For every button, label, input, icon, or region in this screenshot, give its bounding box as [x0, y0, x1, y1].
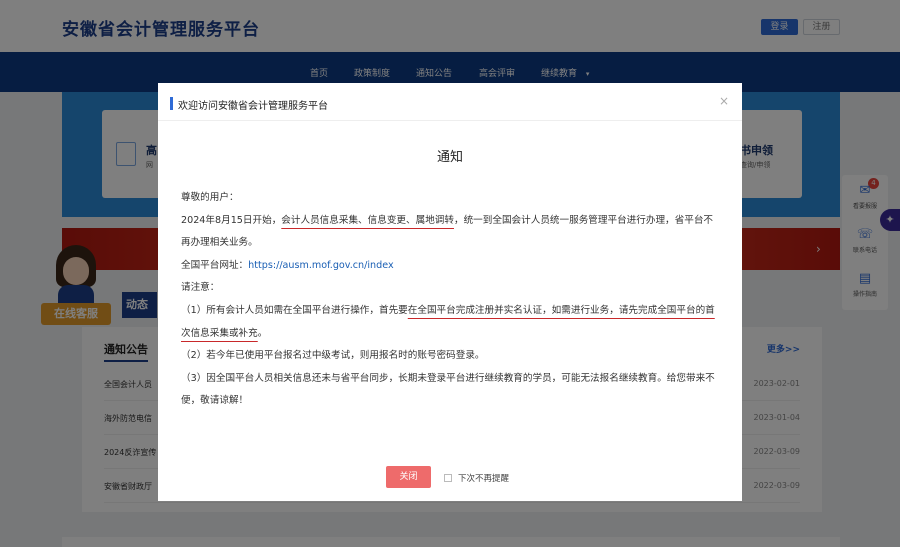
platform-url-label: 全国平台网址：: [181, 259, 249, 271]
platform-url-link[interactable]: https://ausm.mof.gov.cn/index: [248, 260, 393, 271]
checkbox-box[interactable]: [444, 474, 452, 482]
p1-prefix: 2024年8月15日开始，: [181, 214, 282, 226]
title-accent-bar: [170, 97, 173, 110]
n1-suffix: 。: [257, 327, 268, 339]
notice-heading: 通知: [436, 150, 463, 165]
note-item-2: （2）若今年已使用平台报名过中级考试，则用报名时的账号密码登录。: [181, 350, 485, 362]
dont-remind-checkbox[interactable]: 下次不再提醒: [444, 472, 509, 484]
n1-prefix: （1）所有会计人员如需在全国平台进行操作，首先要: [181, 304, 408, 316]
p1-highlight: 会计人员信息采集、信息变更、属地调转: [281, 214, 454, 226]
notice-paragraph-1: 2024年8月15日开始，会计人员信息采集、信息变更、属地调转，统一到全国会计人…: [181, 210, 721, 255]
notice-body: 尊敬的用户： 2024年8月15日开始，会计人员信息采集、信息变更、属地调转，统…: [181, 187, 721, 413]
modal-header: 欢迎访问安徽省会计管理服务平台 ×: [158, 83, 742, 121]
note-label: 请注意：: [181, 282, 220, 294]
platform-url-line: 全国平台网址：https://ausm.mof.gov.cn/index: [181, 255, 721, 278]
dont-remind-label: 下次不再提醒: [458, 474, 510, 484]
note-item-1: （1）所有会计人员如需在全国平台进行操作，首先要在全国平台完成注册并实名认证，如…: [181, 300, 721, 345]
note-item-3: （3）因全国平台人员相关信息还未与省平台同步，长期未登录平台进行继续教育的学员，…: [181, 372, 715, 407]
close-button[interactable]: 关闭: [386, 466, 431, 488]
modal-title: 欢迎访问安徽省会计管理服务平台: [178, 101, 328, 112]
notice-modal: 欢迎访问安徽省会计管理服务平台 × 通知 尊敬的用户： 2024年8月15日开始…: [158, 83, 742, 501]
notice-greeting: 尊敬的用户：: [181, 192, 239, 203]
close-icon[interactable]: ×: [719, 94, 729, 108]
